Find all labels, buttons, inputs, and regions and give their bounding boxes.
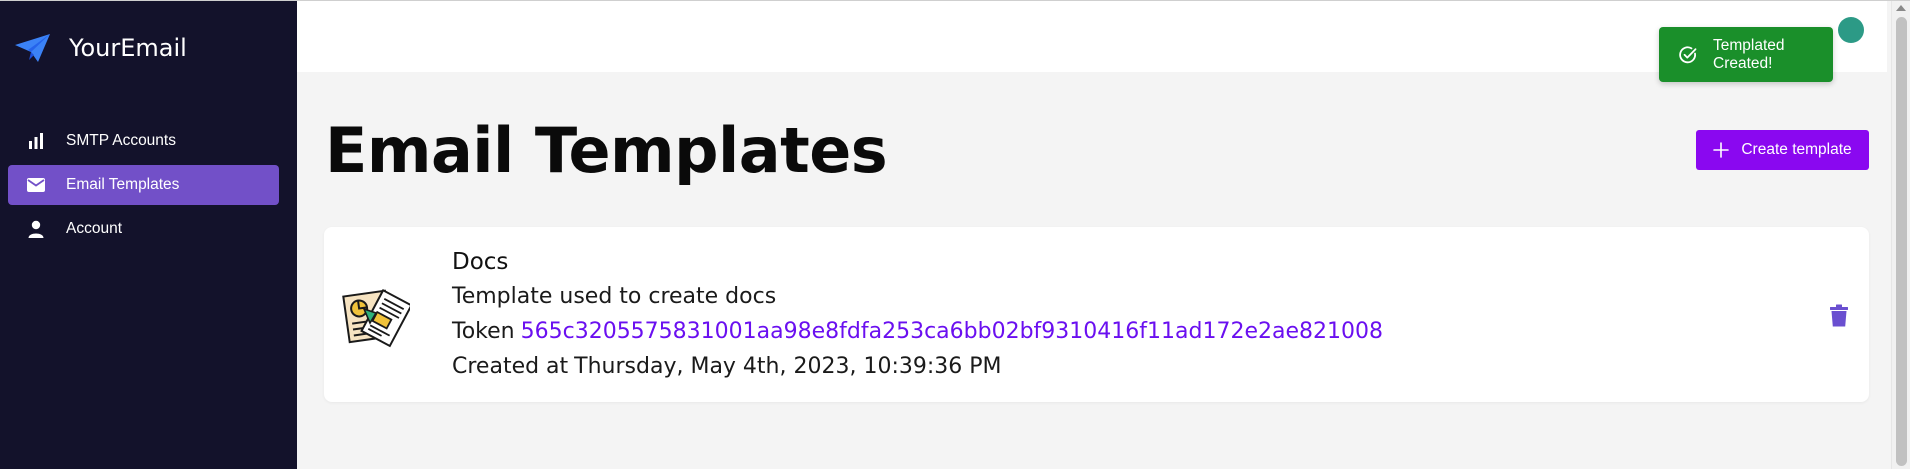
page-title: Email Templates — [325, 114, 888, 187]
sidebar-item-label: Email Templates — [66, 176, 180, 193]
plus-icon — [1713, 142, 1730, 158]
token-link[interactable]: 565c3205575831001aa98e8fdfa253ca6bb02bf9… — [521, 319, 1383, 344]
template-description: Template used to create docs — [452, 284, 777, 309]
success-toast[interactable]: Templated Created! — [1659, 27, 1833, 82]
check-circle-icon — [1678, 45, 1698, 65]
create-template-button[interactable]: Create template — [1696, 130, 1869, 170]
sidebar-item-label: SMTP Accounts — [66, 132, 176, 149]
sidebar-item-email-templates[interactable]: Email Templates — [8, 165, 279, 205]
template-details: Docs Template used to create docs Token 5… — [452, 245, 1383, 384]
template-card[interactable]: Docs Template used to create docs Token 5… — [324, 227, 1869, 402]
template-name: Docs — [452, 249, 509, 275]
create-template-label: Create template — [1741, 141, 1852, 158]
trash-icon — [1828, 304, 1850, 328]
person-icon — [26, 219, 46, 239]
created-date: Thursday, May 4th, 2023, 10:39:36 PM — [574, 354, 1002, 379]
document-illustration-icon — [340, 279, 410, 349]
sidebar-item-account[interactable]: Account — [8, 209, 279, 249]
template-token-row: Token 565c3205575831001aa98e8fdfa253ca6bb… — [452, 314, 1383, 349]
brand[interactable]: YourEmail — [14, 33, 187, 63]
avatar[interactable] — [1838, 17, 1864, 43]
app-name: YourEmail — [69, 34, 187, 62]
token-label: Token — [452, 319, 515, 344]
mail-icon — [26, 175, 46, 195]
top-header — [297, 1, 1887, 72]
delete-button[interactable] — [1828, 304, 1850, 328]
paper-plane-logo-icon — [14, 33, 52, 63]
sidebar-item-label: Account — [66, 220, 123, 237]
toast-message: Templated Created! — [1713, 36, 1785, 72]
template-created-row: Created at Thursday, May 4th, 2023, 10:39… — [452, 349, 1383, 384]
sidebar-nav: SMTP Accounts Email Templates Account — [8, 121, 279, 253]
vertical-scrollbar[interactable] — [1891, 1, 1910, 469]
created-label: Created at — [452, 354, 569, 379]
scroll-up-arrow-icon[interactable] — [1896, 5, 1906, 11]
bar-chart-icon — [26, 131, 46, 151]
scrollbar-thumb[interactable] — [1896, 17, 1907, 466]
sidebar-item-smtp-accounts[interactable]: SMTP Accounts — [8, 121, 279, 161]
sidebar: YourEmail SMTP Accounts Email Templates — [0, 1, 297, 469]
